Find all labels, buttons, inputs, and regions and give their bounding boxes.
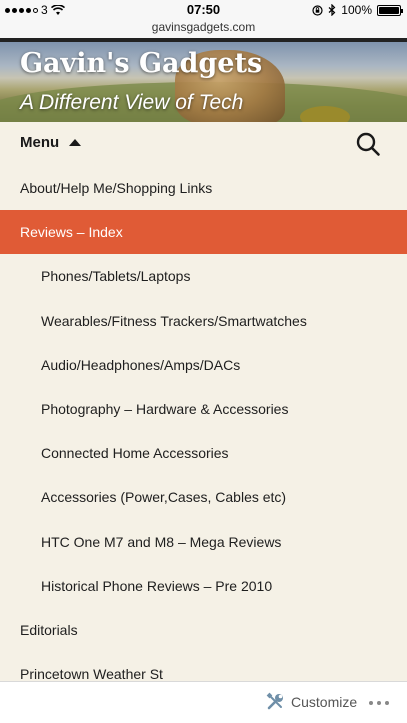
navigation-menu: About/Help Me/Shopping Links Reviews – I… [0, 166, 407, 696]
status-icons: 100% [312, 3, 403, 17]
menu-item-historical-phone-reviews[interactable]: Historical Phone Reviews – Pre 2010 [0, 564, 407, 608]
menu-item-accessories[interactable]: Accessories (Power,Cases, Cables etc) [0, 475, 407, 519]
search-icon[interactable] [355, 131, 381, 157]
menu-item-about[interactable]: About/Help Me/Shopping Links [0, 166, 407, 210]
menu-header: Menu [0, 122, 407, 166]
menu-item-audio[interactable]: Audio/Headphones/Amps/DACs [0, 343, 407, 387]
menu-toggle-label: Menu [20, 134, 60, 151]
site-tagline: A Different View of Tech [20, 91, 244, 114]
banner-bush [300, 106, 350, 122]
menu-toggle-button[interactable]: Menu [20, 134, 82, 151]
address-bar[interactable]: gavinsgadgets.com [0, 20, 407, 38]
menu-item-editorials[interactable]: Editorials [0, 608, 407, 652]
site-title[interactable]: Gavin's Gadgets [20, 48, 262, 79]
menu-item-phones-tablets-laptops[interactable]: Phones/Tablets/Laptops [0, 254, 407, 298]
site-header-banner[interactable]: Gavin's Gadgets A Different View of Tech [0, 42, 407, 122]
customize-bar: Customize [0, 681, 407, 723]
customize-button[interactable]: Customize [266, 692, 357, 711]
status-bar: 3 07:50 100% [0, 0, 407, 20]
battery-percent: 100% [341, 3, 372, 17]
menu-item-connected-home[interactable]: Connected Home Accessories [0, 431, 407, 475]
menu-item-wearables[interactable]: Wearables/Fitness Trackers/Smartwatches [0, 299, 407, 343]
menu-item-reviews-index[interactable]: Reviews – Index [0, 210, 407, 255]
url-text: gavinsgadgets.com [151, 20, 256, 34]
rotation-lock-icon [312, 4, 323, 16]
customize-label: Customize [291, 693, 358, 710]
battery-icon [377, 4, 403, 16]
caret-up-icon [69, 139, 82, 146]
menu-item-photography[interactable]: Photography – Hardware & Accessories [0, 387, 407, 431]
bluetooth-icon [328, 4, 336, 16]
menu-item-htc-mega-reviews[interactable]: HTC One M7 and M8 – Mega Reviews [0, 520, 407, 564]
more-dots-icon[interactable] [369, 693, 389, 705]
wrench-screwdriver-icon [266, 692, 283, 710]
